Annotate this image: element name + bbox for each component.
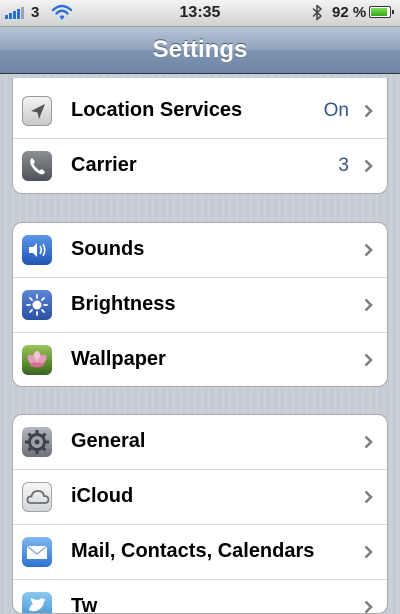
location-arrow-icon — [22, 96, 52, 126]
navigation-bar: Settings — [0, 27, 400, 74]
chevron-right-icon — [364, 104, 373, 118]
row-wallpaper[interactable]: Wallpaper — [13, 333, 387, 386]
row-carrier[interactable]: Carrier 3 — [13, 139, 387, 193]
gear-icon — [22, 427, 52, 457]
page-title: Settings — [152, 36, 248, 63]
chevron-right-icon — [364, 600, 373, 613]
row-label: General — [71, 430, 146, 452]
row-brightness[interactable]: Brightness — [13, 278, 387, 333]
chevron-right-icon — [364, 243, 373, 257]
settings-group-network: Location Services On Carrier 3 — [12, 78, 388, 194]
settings-group-accounts: General iCloud Mail, Contacts, Calendars — [12, 414, 388, 614]
row-location-services[interactable]: Location Services On — [13, 84, 387, 139]
row-label: Wallpaper — [71, 348, 166, 370]
row-mail-contacts-calendars[interactable]: Mail, Contacts, Calendars — [13, 525, 387, 580]
chevron-right-icon — [364, 435, 373, 449]
row-label: iCloud — [71, 485, 134, 507]
chevron-right-icon — [364, 298, 373, 312]
row-icloud[interactable]: iCloud — [13, 470, 387, 525]
row-label: Mail, Contacts, Calendars — [71, 540, 315, 562]
row-value: 3 — [338, 155, 349, 176]
battery-icon — [369, 6, 394, 18]
bluetooth-icon — [312, 4, 322, 21]
flower-icon — [22, 345, 52, 375]
battery-percentage: 92 % — [332, 4, 367, 21]
status-bar: 3 13:35 92 % — [0, 0, 400, 27]
twitter-bird-icon — [22, 592, 52, 613]
row-value: On — [323, 100, 349, 121]
phone-icon — [22, 151, 52, 181]
speaker-icon — [22, 235, 52, 265]
chevron-right-icon — [364, 545, 373, 559]
row-sounds[interactable]: Sounds — [13, 223, 387, 278]
envelope-icon — [22, 537, 52, 567]
chevron-right-icon — [364, 490, 373, 504]
cloud-icon — [22, 482, 52, 512]
row-label: Sounds — [71, 238, 145, 260]
chevron-right-icon — [364, 353, 373, 367]
row-label: Location Services — [71, 99, 243, 121]
chevron-right-icon — [364, 159, 373, 173]
row-label: Tw — [71, 595, 98, 614]
row-label: Carrier — [71, 154, 137, 176]
settings-group-display: Sounds Brightness Wallpaper — [12, 222, 388, 387]
row-twitter[interactable]: Tw — [13, 580, 387, 614]
sun-icon — [22, 290, 52, 320]
row-general[interactable]: General — [13, 415, 387, 470]
battery-level-fill — [371, 8, 387, 16]
row-label: Brightness — [71, 293, 176, 315]
